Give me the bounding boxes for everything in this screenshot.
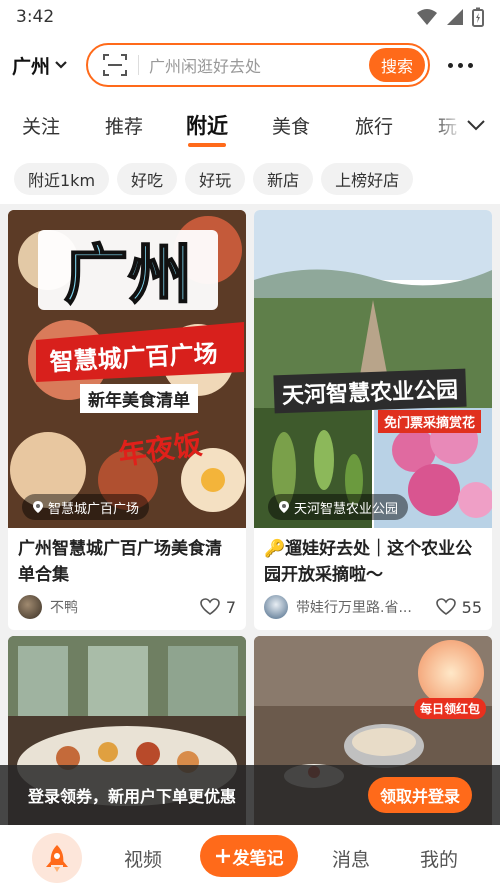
location-pin-icon [279,501,289,513]
bottom-nav: 视频 发笔记 消息 我的 [0,825,500,889]
like-count: 7 [225,597,236,617]
claim-login-button[interactable]: 领取并登录 [367,777,472,813]
avatar[interactable] [18,595,42,619]
tab-food[interactable]: 美食 [272,112,310,139]
tab-recommend[interactable]: 推荐 [105,112,143,139]
image-headline: 广州 [63,238,193,314]
image-banner: 天河智慧农业公园 [273,368,467,414]
plus-icon [215,849,230,863]
scan-icon[interactable] [102,52,128,78]
red-packet-badge[interactable]: 每日领红包 [413,698,486,719]
tabs-expand[interactable] [438,96,500,154]
login-promo-bar: 登录领券，新用户下单更优惠 领取并登录 [0,765,500,825]
search-input[interactable]: 广州闲逛好去处 [149,53,369,77]
filter-chips: 附近1km 好吃 好玩 新店 上榜好店 [0,154,500,204]
location-pin-icon [33,501,43,513]
status-icons [416,7,484,27]
chip-nearby-1km[interactable]: 附近1km [14,163,110,195]
feed-card[interactable]: 广州 智慧城广百广场 新年美食清单 年夜饭 智慧城广百广场 广州智慧城广百广场美… [8,210,246,630]
image-subtitle: 新年美食清单 [80,384,198,413]
card-title[interactable]: 🔑遛娃好去处｜这个农业公园开放采摘啦～ [254,528,492,590]
search-box[interactable]: 广州闲逛好去处 搜索 [86,43,430,87]
status-time: 3:42 [16,7,55,27]
location-tag[interactable]: 智慧城广百广场 [22,494,150,520]
search-divider [138,55,139,75]
tab-travel[interactable]: 旅行 [355,112,393,139]
like-count: 55 [461,597,482,617]
chip-fun[interactable]: 好玩 [185,163,246,195]
card-title[interactable]: 广州智慧城广百广场美食清单合集 [8,528,246,590]
battery-icon [472,7,484,27]
card-footer: 不鸭 7 [8,590,246,630]
chip-tasty[interactable]: 好吃 [117,163,178,195]
author-name[interactable]: 带娃行万里路.省... [296,597,430,617]
like-button[interactable]: 55 [435,597,482,617]
location-tag[interactable]: 天河智慧农业公园 [268,494,409,520]
tab-following[interactable]: 关注 [22,112,60,139]
like-button[interactable]: 7 [200,598,236,617]
location-label: 天河智慧农业公园 [294,501,399,517]
image-subtitle: 免门票采摘赏花 [378,410,482,433]
search-button[interactable]: 搜索 [369,48,425,82]
chevron-down-icon [467,120,485,131]
feed: 广州 智慧城广百广场 新年美食清单 年夜饭 智慧城广百广场 广州智慧城广百广场美… [0,204,500,836]
city-label: 广州 [12,55,51,78]
promo-text: 登录领券，新用户下单更优惠 [28,787,237,806]
more-icon[interactable] [448,62,473,68]
nav-messages[interactable]: 消息 [332,845,370,872]
author-name[interactable]: 不鸭 [50,597,194,617]
chevron-down-icon [55,61,67,69]
avatar[interactable] [264,595,288,619]
chip-new-store[interactable]: 新店 [253,163,314,195]
card-image: 天河智慧农业公园 免门票采摘赏花 天河智慧农业公园 [254,210,492,528]
tab-nearby[interactable]: 附近 [186,110,228,147]
location-label: 智慧城广百广场 [48,501,140,517]
category-tabs: 关注 推荐 附近 美食 旅行 玩 [0,96,500,154]
wifi-icon [417,9,437,25]
red-packet-icon[interactable] [418,640,484,706]
publish-note-button[interactable]: 发笔记 [200,835,298,877]
feed-card[interactable]: 天河智慧农业公园 免门票采摘赏花 天河智慧农业公园 🔑遛娃好去处｜这个农业公园开… [254,210,492,630]
card-image: 广州 智慧城广百广场 新年美食清单 年夜饭 智慧城广百广场 [8,210,246,528]
nav-video[interactable]: 视频 [124,845,162,872]
home-button[interactable] [32,833,82,883]
status-bar: 3:42 [0,0,500,34]
rocket-icon [46,845,68,872]
chip-top-list[interactable]: 上榜好店 [321,163,414,195]
nav-me[interactable]: 我的 [420,845,458,872]
search-row: 广州 广州闲逛好去处 搜索 [0,34,500,96]
heart-icon [200,598,220,615]
card-footer: 带娃行万里路.省... 55 [254,590,492,630]
city-selector[interactable]: 广州 [12,52,86,79]
heart-icon [435,598,456,615]
signal-icon [447,9,463,25]
publish-label: 发笔记 [232,848,284,868]
